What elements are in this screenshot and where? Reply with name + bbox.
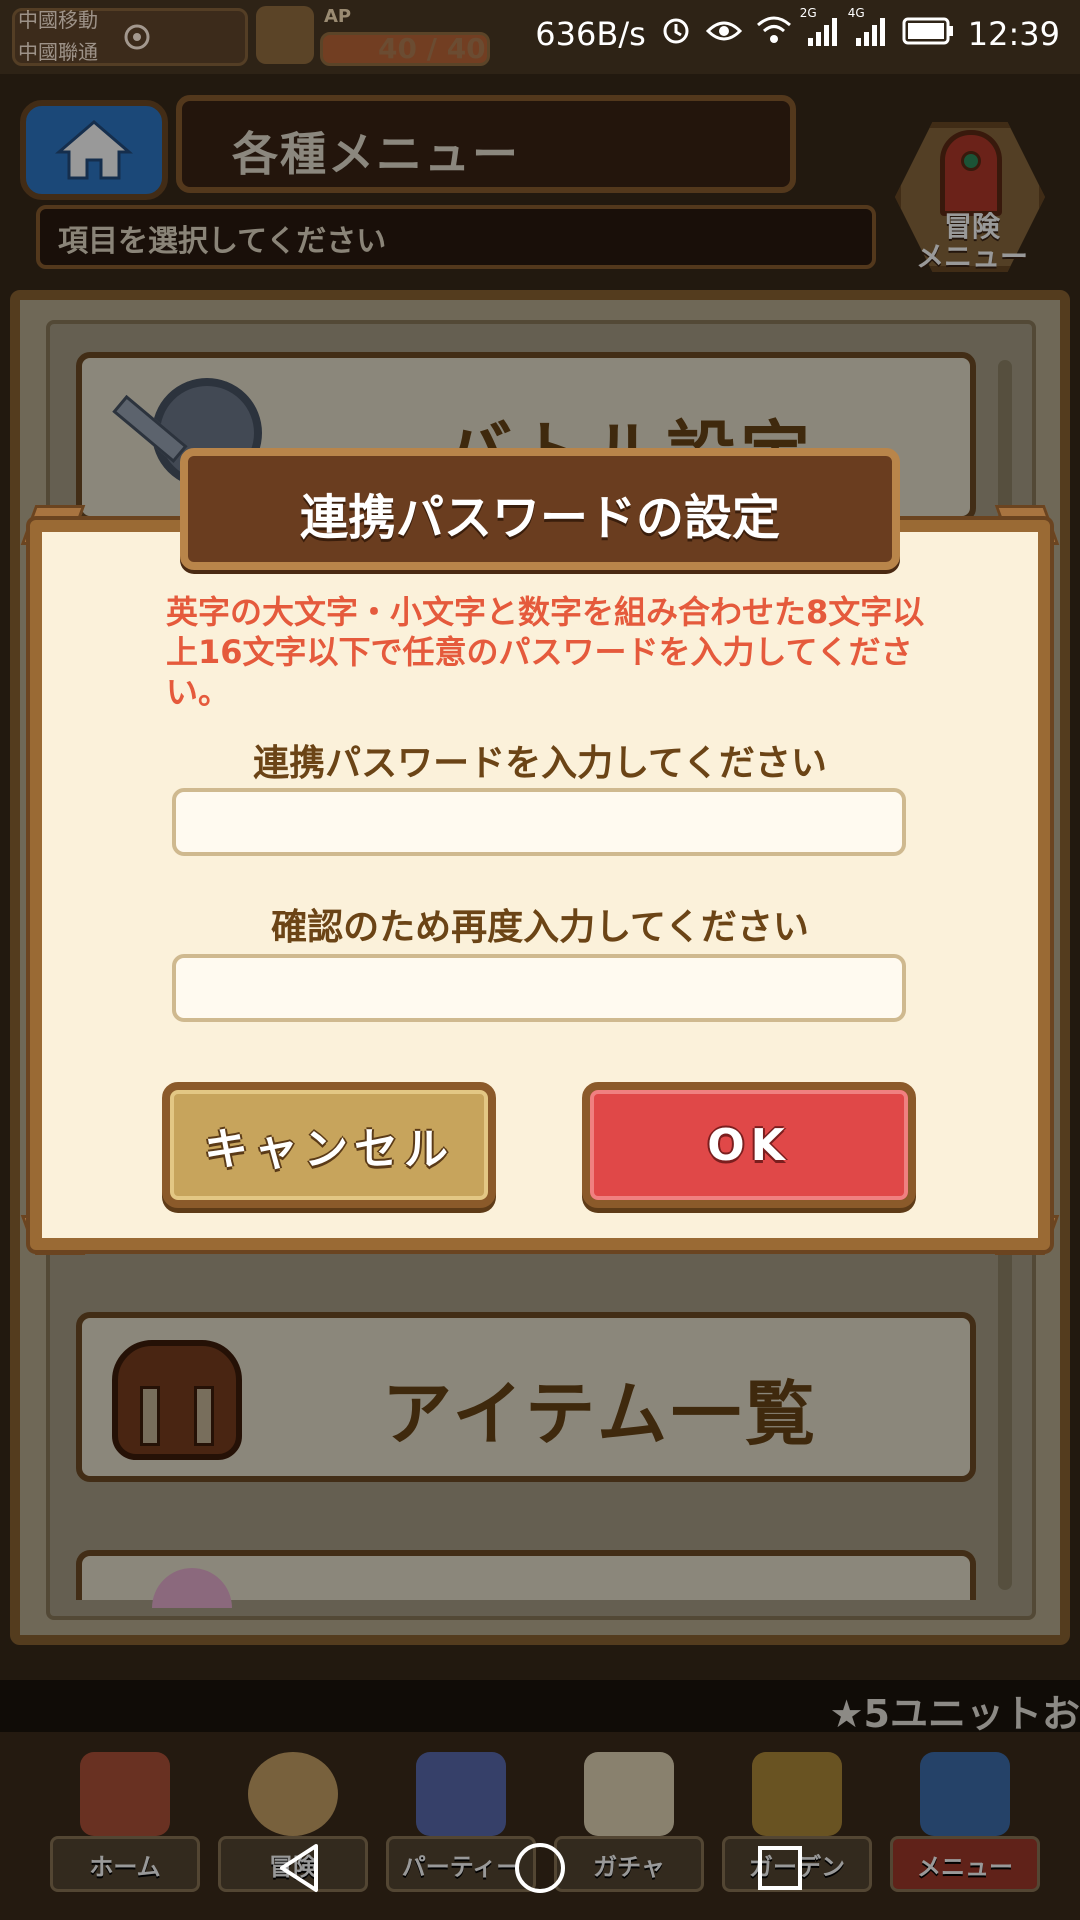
wifi-icon [756, 15, 792, 53]
network-4g-label: 4G [847, 6, 865, 20]
recent-apps-icon[interactable] [752, 1840, 808, 1900]
net-speed: 636B/s [535, 15, 646, 53]
signal-4g-icon: 4G [848, 6, 888, 54]
dialog-title: 連携パスワードの設定 [299, 490, 780, 546]
cancel-button[interactable]: キャンセル [162, 1082, 496, 1208]
home-nav-icon[interactable] [512, 1840, 568, 1900]
network-2g-label: 2G [799, 6, 817, 20]
system-nav-bar [0, 1818, 1080, 1920]
back-icon[interactable] [272, 1840, 328, 1900]
confirm-password-input[interactable] [172, 954, 906, 1022]
clock: 12:39 [967, 15, 1060, 53]
password-input[interactable] [172, 788, 906, 856]
ap-icon [256, 6, 314, 64]
password-label: 連携パスワードを入力してください [253, 743, 827, 784]
ap-label: AP [324, 6, 352, 27]
dialog-description: 英字の大文字・小文字と数字を組み合わせた8文字以上16文字以下で任意のパスワード… [166, 593, 925, 711]
ap-value: 40 / 40 [378, 32, 486, 65]
signal-2g-icon: 2G [800, 6, 840, 54]
eye-icon [705, 15, 742, 53]
confirm-password-label: 確認のため再度入力してください [271, 907, 809, 948]
alarm-icon [660, 14, 692, 54]
battery-icon [902, 15, 954, 53]
player-level-bar [12, 8, 248, 66]
ok-button[interactable]: OK [582, 1082, 916, 1208]
status-icons: 636B/s 2G 4G 12:39 [535, 6, 1060, 54]
